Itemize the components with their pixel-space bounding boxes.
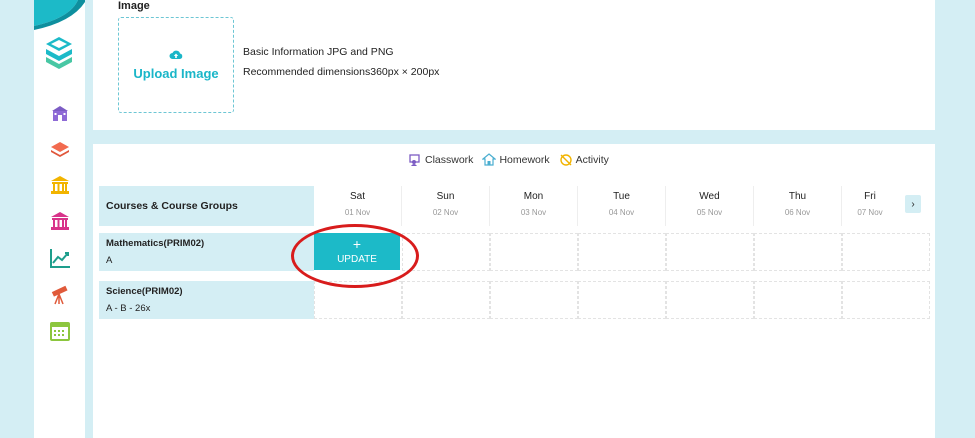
day-column-mon: Mon 03 Nov [490, 186, 578, 226]
schedule-section: Classwork Homework Activity Courses & Co… [93, 144, 935, 438]
day-date: 05 Nov [696, 208, 723, 217]
legend-homework-label: Homework [499, 153, 550, 166]
day-column-sat: Sat 01 Nov [314, 186, 402, 226]
classwork-icon [409, 154, 420, 166]
legend-classwork: Classwork [408, 153, 473, 166]
app-logo[interactable] [44, 36, 74, 70]
schedule-cell[interactable] [490, 281, 578, 319]
course-group: A [106, 255, 113, 266]
schedule-cell[interactable] [578, 233, 666, 271]
legend-classwork-label: Classwork [425, 153, 474, 166]
day-date: 01 Nov [344, 208, 371, 217]
day-date: 04 Nov [608, 208, 635, 217]
course-name: Science(PRIM02) [106, 286, 183, 297]
day-date: 02 Nov [432, 208, 459, 217]
day-column-sun: Sun 02 Nov [402, 186, 490, 226]
schedule-cell[interactable] [402, 281, 490, 319]
course-name: Mathematics(PRIM02) [106, 238, 205, 249]
building-icon[interactable] [48, 210, 72, 232]
chart-line-icon[interactable] [48, 247, 72, 269]
courses-header: Courses & Course Groups [99, 186, 314, 226]
sidebar-corner-decoration [34, 0, 85, 30]
day-date: 06 Nov [784, 208, 811, 217]
schedule-cell[interactable] [666, 233, 754, 271]
day-name: Sat [349, 191, 365, 202]
next-week-button[interactable]: › [905, 195, 921, 213]
upload-image-button[interactable]: Upload Image [118, 17, 234, 113]
day-name: Wed [699, 191, 720, 202]
chevron-right-icon: › [911, 198, 915, 210]
day-column-fri: Fri 07 Nov [842, 186, 898, 226]
homework-icon [482, 153, 497, 166]
course-group: A - B - 26x [106, 303, 151, 314]
schedule-cell[interactable] [842, 281, 930, 319]
image-section: Image Upload Image Basic Information JPG… [93, 0, 935, 130]
schedule-cell[interactable] [842, 233, 930, 271]
upload-dimension-info: Recommended dimensions360px × 200px [243, 66, 440, 78]
main-content: Image Upload Image Basic Information JPG… [85, 0, 945, 438]
day-column-tue: Tue 04 Nov [578, 186, 666, 226]
telescope-icon[interactable] [48, 284, 72, 306]
calendar-icon[interactable] [48, 320, 72, 342]
update-label: UPDATE [337, 254, 377, 265]
schedule-cell[interactable] [490, 233, 578, 271]
legend-activity-label: Activity [575, 153, 609, 166]
plus-icon: + [352, 236, 362, 252]
upload-image-label: Upload Image [133, 66, 219, 81]
day-date: 07 Nov [857, 208, 883, 217]
cloud-upload-icon [169, 50, 183, 59]
right-edge [945, 0, 975, 438]
school-icon[interactable] [48, 102, 72, 124]
upload-format-info: Basic Information JPG and PNG [243, 46, 394, 58]
schedule-cell[interactable] [666, 281, 754, 319]
day-name: Fri [864, 191, 876, 202]
table-row-label: Mathematics(PRIM02) A [99, 233, 314, 271]
sidebar [34, 0, 85, 438]
legend: Classwork Homework Activity [408, 153, 609, 166]
day-name: Sun [436, 191, 455, 202]
day-name: Thu [788, 191, 807, 202]
schedule-cell[interactable] [754, 233, 842, 271]
day-name: Tue [613, 191, 630, 202]
update-button[interactable]: + UPDATE [314, 233, 400, 270]
day-name: Mon [523, 191, 544, 202]
schedule-cell[interactable] [754, 281, 842, 319]
left-gutter [0, 0, 34, 438]
schedule-cell[interactable] [314, 281, 402, 319]
legend-homework: Homework [482, 153, 550, 166]
image-section-label: Image [118, 0, 150, 12]
day-column-thu: Thu 06 Nov [754, 186, 842, 226]
legend-activity: Activity [559, 153, 609, 166]
layers-icon[interactable] [48, 139, 72, 161]
day-date: 03 Nov [520, 208, 547, 217]
schedule-cell[interactable] [402, 233, 490, 271]
activity-icon [559, 154, 572, 166]
day-column-wed: Wed 05 Nov [666, 186, 754, 226]
schedule-cell[interactable] [578, 281, 666, 319]
table-row-label: Science(PRIM02) A - B - 26x [99, 281, 314, 319]
institution-icon[interactable] [48, 174, 72, 196]
